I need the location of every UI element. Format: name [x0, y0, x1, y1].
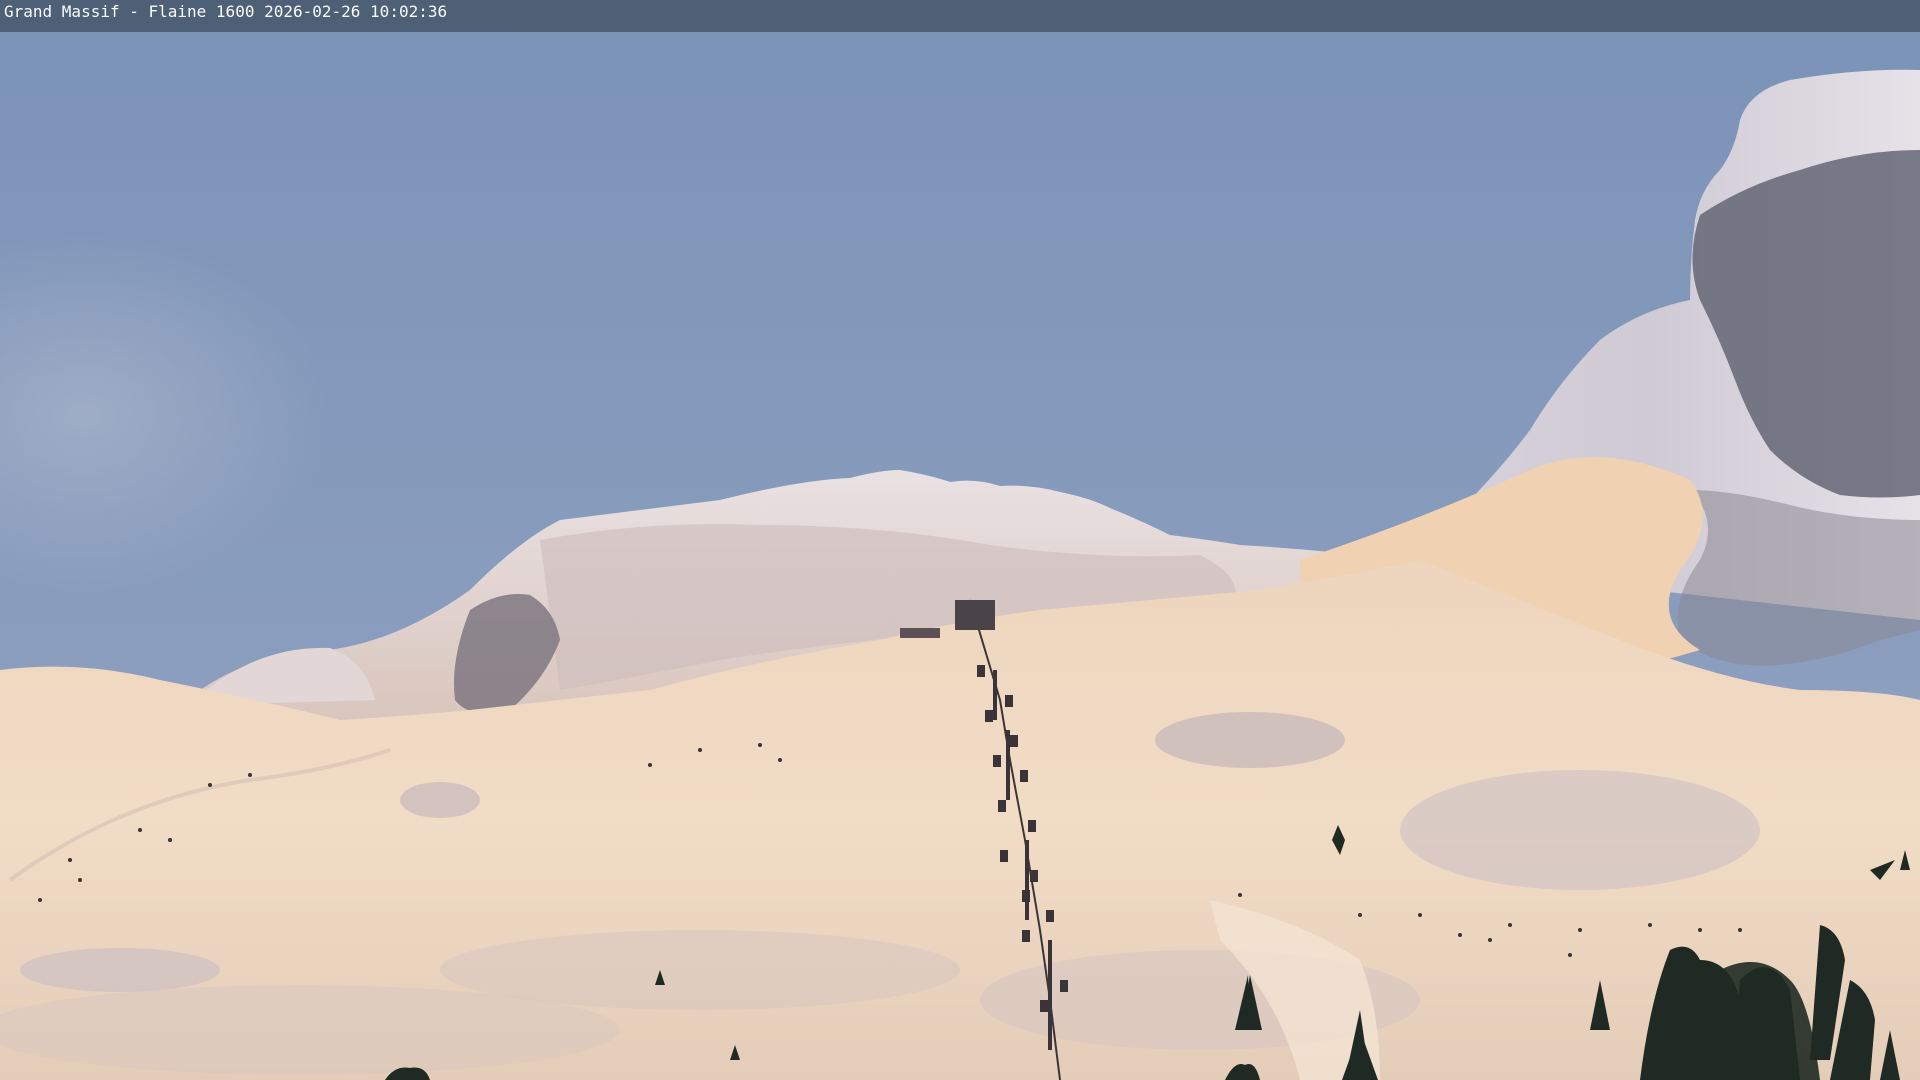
mountain-scene — [0, 0, 1920, 1080]
bowl-shadow — [0, 985, 620, 1075]
bowl-shadow — [1400, 770, 1760, 890]
camera-caption: Grand Massif - Flaine 1600 2026-02-26 10… — [4, 2, 448, 21]
webcam-frame: Grand Massif - Flaine 1600 2026-02-26 10… — [0, 0, 1920, 1080]
bowl-shadow — [20, 948, 220, 992]
bowl-shadow — [400, 782, 480, 818]
bowl-shadow — [1155, 712, 1345, 768]
camera-overlay-bar: Grand Massif - Flaine 1600 2026-02-26 10… — [0, 0, 1920, 32]
